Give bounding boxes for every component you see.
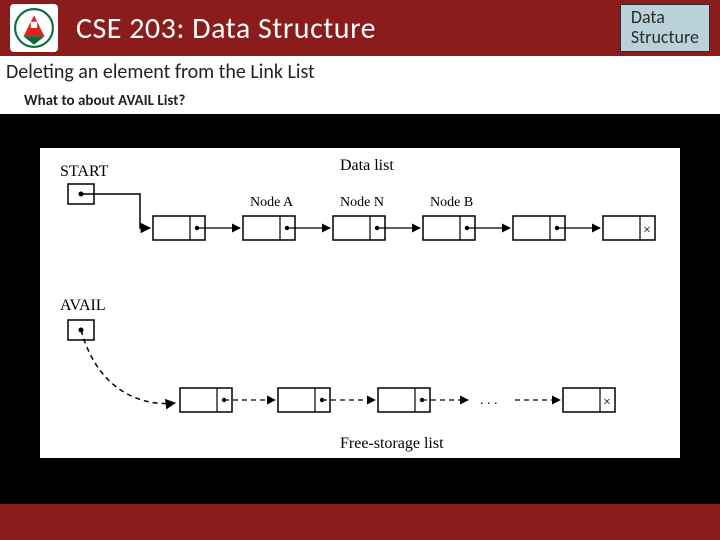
slide-subtitle: Deleting an element from the Link List	[0, 56, 720, 90]
node-b-label: Node B	[430, 195, 473, 210]
free-storage-list-label: Free-storage list	[340, 435, 444, 452]
slide-question: What to about AVAIL List?	[0, 88, 720, 114]
badge-line-1: Data	[631, 7, 699, 27]
start-label: START	[60, 163, 109, 180]
node-a-label: Node A	[250, 195, 294, 210]
footer-band	[0, 504, 720, 540]
data-list-terminator: ×	[603, 216, 655, 240]
university-logo-icon	[10, 4, 58, 52]
node-n-label: Node N	[340, 195, 384, 210]
svg-text:×: ×	[643, 223, 651, 238]
subject-badge: Data Structure	[620, 4, 710, 52]
svg-text:×: ×	[603, 395, 611, 410]
header-bar: CSE 203: Data Structure Data Structure	[0, 0, 720, 56]
linked-list-diagram: START Data list Node A Nod	[40, 148, 680, 458]
slide: CSE 203: Data Structure Data Structure D…	[0, 0, 720, 540]
badge-line-2: Structure	[631, 27, 699, 47]
free-list-terminator: ×	[563, 388, 615, 412]
avail-label: AVAIL	[60, 297, 106, 314]
course-title: CSE 203: Data Structure	[76, 10, 376, 47]
free-list-ellipsis: . . .	[480, 393, 498, 408]
data-list-label: Data list	[340, 157, 394, 174]
